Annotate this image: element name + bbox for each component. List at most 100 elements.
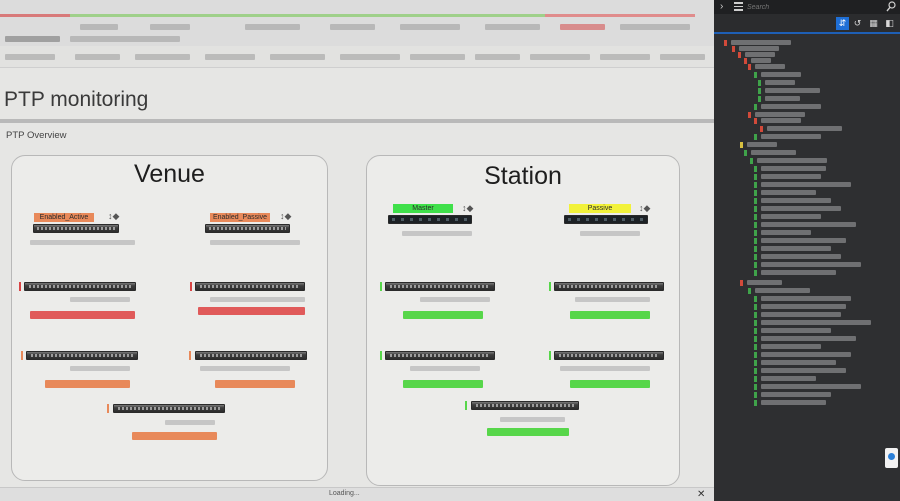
tree-item[interactable] xyxy=(714,262,900,268)
venue-switch-a[interactable] xyxy=(24,282,136,291)
device-caption xyxy=(575,297,650,302)
tree-item[interactable] xyxy=(714,270,900,276)
tree-status-icon xyxy=(758,80,761,86)
sync-icon[interactable]: ↕◆ xyxy=(108,212,119,221)
tree-item[interactable] xyxy=(714,104,900,110)
split-view-icon[interactable]: ◧ xyxy=(883,17,896,30)
pin-icon[interactable]: ⇵ xyxy=(836,17,849,30)
teamviewer-icon[interactable] xyxy=(885,448,898,468)
search-icon[interactable] xyxy=(886,1,896,12)
tree-item[interactable] xyxy=(714,352,900,358)
tree-item[interactable] xyxy=(714,238,900,244)
station-switch-b[interactable] xyxy=(554,282,664,291)
tree-item-label xyxy=(761,262,861,267)
nav-item[interactable] xyxy=(410,54,465,60)
tree-status-icon xyxy=(750,158,753,164)
tree-item[interactable] xyxy=(714,280,900,286)
tree-item[interactable] xyxy=(714,328,900,334)
tree-item[interactable] xyxy=(714,174,900,180)
nav-item[interactable] xyxy=(135,54,190,60)
nav-item[interactable] xyxy=(600,54,650,60)
header-item[interactable] xyxy=(80,24,118,30)
tree-item-label xyxy=(751,58,771,63)
tree-item[interactable] xyxy=(714,400,900,406)
header-item[interactable] xyxy=(400,24,460,30)
venue-grandmaster-2[interactable] xyxy=(205,224,290,233)
header-item[interactable] xyxy=(70,36,180,42)
tree-item-label xyxy=(761,222,856,227)
tree-item[interactable] xyxy=(714,150,900,156)
tree-item[interactable] xyxy=(714,360,900,366)
tree-item[interactable] xyxy=(714,320,900,326)
tree-item[interactable] xyxy=(714,80,900,86)
header-item[interactable] xyxy=(560,24,605,30)
tree-item[interactable] xyxy=(714,134,900,140)
venue-switch-d[interactable] xyxy=(195,351,307,360)
tree-item[interactable] xyxy=(714,230,900,236)
header-item[interactable] xyxy=(150,24,190,30)
tree-item[interactable] xyxy=(714,368,900,374)
nav-item[interactable] xyxy=(5,54,55,60)
header-item[interactable] xyxy=(5,36,60,42)
tree-item-label xyxy=(761,72,801,77)
sync-icon[interactable]: ↕◆ xyxy=(462,204,473,213)
tree-item[interactable] xyxy=(714,158,900,164)
venue-tag-active: Enabled_Active xyxy=(34,213,94,222)
tree-item[interactable] xyxy=(714,214,900,220)
tree-item-label xyxy=(745,52,775,57)
tree-item[interactable] xyxy=(714,166,900,172)
venue-switch-b[interactable] xyxy=(195,282,305,291)
tree-item[interactable] xyxy=(714,126,900,132)
station-switch-c[interactable] xyxy=(385,351,495,360)
station-switch-e[interactable] xyxy=(471,401,579,410)
header-item[interactable] xyxy=(620,24,690,30)
tree-item[interactable] xyxy=(714,392,900,398)
nav-item[interactable] xyxy=(205,54,255,60)
side-search-input[interactable] xyxy=(747,1,877,13)
tree-item[interactable] xyxy=(714,288,900,294)
tree-item[interactable] xyxy=(714,96,900,102)
nav-item[interactable] xyxy=(660,54,705,60)
header-item[interactable] xyxy=(485,24,540,30)
tree-item[interactable] xyxy=(714,190,900,196)
venue-grandmaster-1[interactable] xyxy=(33,224,119,233)
header-item[interactable] xyxy=(245,24,300,30)
tree-item[interactable] xyxy=(714,206,900,212)
menu-icon[interactable] xyxy=(734,2,743,11)
station-switch-d[interactable] xyxy=(554,351,664,360)
tree-item[interactable] xyxy=(714,118,900,124)
station-switch-a[interactable] xyxy=(385,282,495,291)
nav-item[interactable] xyxy=(75,54,120,60)
tree-item[interactable] xyxy=(714,222,900,228)
tree-item[interactable] xyxy=(714,296,900,302)
grid-icon[interactable]: ▦ xyxy=(867,17,880,30)
tree-item[interactable] xyxy=(714,336,900,342)
tree-item[interactable] xyxy=(714,64,900,70)
station-grandmaster-master[interactable] xyxy=(388,215,472,224)
history-icon[interactable]: ↺ xyxy=(851,17,864,30)
tree-item[interactable] xyxy=(714,304,900,310)
tree-item[interactable] xyxy=(714,384,900,390)
venue-switch-c[interactable] xyxy=(26,351,138,360)
nav-item[interactable] xyxy=(475,54,520,60)
tree-item[interactable] xyxy=(714,312,900,318)
header-item[interactable] xyxy=(330,24,375,30)
sync-icon[interactable]: ↕◆ xyxy=(280,212,291,221)
nav-item[interactable] xyxy=(530,54,590,60)
chevron-right-icon[interactable]: › xyxy=(720,1,723,12)
tree-item[interactable] xyxy=(714,88,900,94)
tree-item[interactable] xyxy=(714,254,900,260)
tree-item[interactable] xyxy=(714,182,900,188)
tree-item[interactable] xyxy=(714,198,900,204)
tree-item[interactable] xyxy=(714,376,900,382)
station-grandmaster-passive[interactable] xyxy=(564,215,648,224)
close-icon[interactable]: ✕ xyxy=(697,489,705,500)
nav-item[interactable] xyxy=(270,54,325,60)
nav-item[interactable] xyxy=(340,54,400,60)
tree-item[interactable] xyxy=(714,344,900,350)
tree-item[interactable] xyxy=(714,142,900,148)
tree-item[interactable] xyxy=(714,72,900,78)
sync-icon[interactable]: ↕◆ xyxy=(639,204,650,213)
tree-item[interactable] xyxy=(714,246,900,252)
venue-switch-e[interactable] xyxy=(113,404,225,413)
